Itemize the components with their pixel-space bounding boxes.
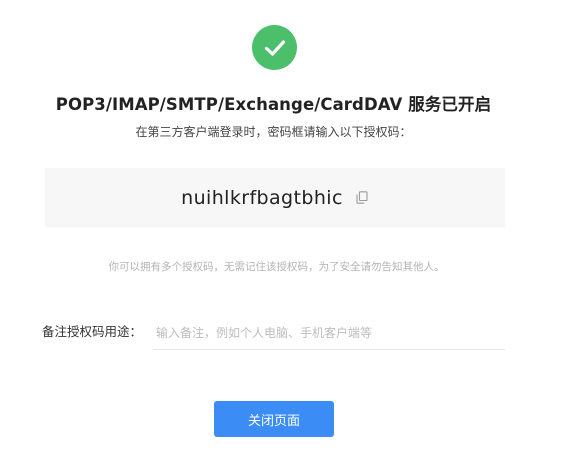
page-title: POP3/IMAP/SMTP/Exchange/CardDAV 服务已开启 [55, 95, 492, 114]
security-hint: 你可以拥有多个授权码，无需记住该授权码，为了安全请勿告知其他人。 [108, 261, 445, 273]
auth-code-value: nuihlkrfbagtbhic [181, 186, 343, 209]
check-circle-icon [252, 25, 297, 70]
close-page-button[interactable]: 关闭页面 [214, 401, 334, 437]
authorization-code-page: POP3/IMAP/SMTP/Exchange/CardDAV 服务已开启 在第… [0, 0, 565, 460]
instruction-text: 在第三方客户端登录时，密码框请输入以下授权码： [135, 125, 412, 139]
copy-icon[interactable] [355, 191, 369, 205]
remark-label: 备注授权码用途： [42, 324, 143, 339]
auth-code-box: nuihlkrfbagtbhic [45, 168, 505, 227]
remark-input[interactable] [153, 316, 505, 350]
